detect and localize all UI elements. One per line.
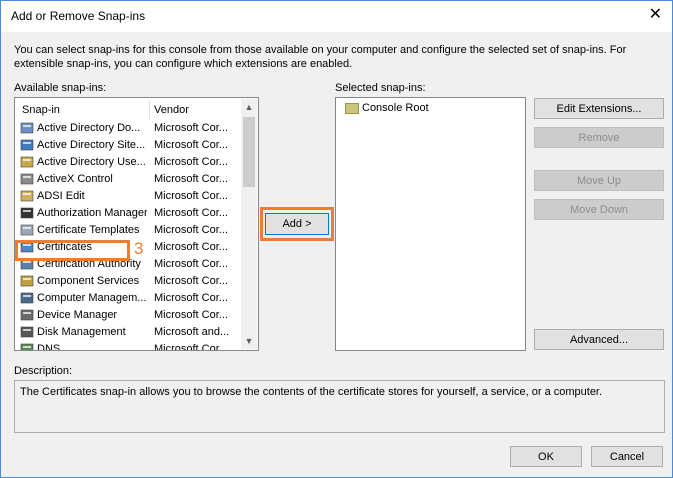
authorization-icon bbox=[20, 206, 34, 220]
available-snapins-label: Available snap-ins: bbox=[14, 82, 107, 94]
snapin-name: Authorization Manager bbox=[37, 207, 147, 219]
list-item[interactable]: Component Services Microsoft Cor... bbox=[16, 273, 240, 290]
description-label: Description: bbox=[14, 365, 73, 377]
activex-icon bbox=[20, 172, 34, 186]
folder-icon bbox=[345, 103, 359, 114]
dns-icon bbox=[20, 342, 34, 350]
list-item[interactable]: Disk Management Microsoft and... bbox=[16, 324, 240, 341]
snapin-name: Certificate Templates bbox=[37, 224, 140, 236]
snapin-vendor: Microsoft Cor... bbox=[154, 122, 228, 134]
cert-templates-icon bbox=[20, 223, 34, 237]
disk-management-icon bbox=[20, 325, 34, 339]
advanced-button[interactable]: Advanced... bbox=[534, 329, 664, 350]
snapin-vendor: Microsoft Cor... bbox=[154, 139, 228, 151]
list-item[interactable]: Active Directory Use... Microsoft Cor... bbox=[16, 154, 240, 171]
snapin-vendor: Microsoft Cor... bbox=[154, 275, 228, 287]
list-item[interactable]: DNS Microsoft Cor... bbox=[16, 341, 240, 351]
list-header: Snap-in Vendor bbox=[16, 99, 240, 119]
snapin-vendor: Microsoft Cor... bbox=[154, 292, 228, 304]
list-item[interactable]: Active Directory Site... Microsoft Cor... bbox=[16, 137, 240, 154]
tree-item-console-root[interactable]: Console Root bbox=[337, 99, 524, 117]
device-manager-icon bbox=[20, 308, 34, 322]
computer-management-icon bbox=[20, 291, 34, 305]
snapin-name: DNS bbox=[37, 343, 61, 351]
move-up-button[interactable]: Move Up bbox=[534, 170, 664, 191]
snapin-name: Active Directory Use... bbox=[37, 156, 146, 168]
scrollbar-thumb[interactable] bbox=[243, 117, 255, 187]
snapin-vendor: Microsoft Cor... bbox=[154, 156, 228, 168]
edit-extensions-button[interactable]: Edit Extensions... bbox=[534, 98, 664, 119]
scroll-down-icon[interactable]: ▼ bbox=[241, 333, 257, 349]
snapin-name: ADSI Edit bbox=[37, 190, 85, 202]
column-separator[interactable] bbox=[149, 101, 150, 119]
snapin-vendor: Microsoft Cor... bbox=[154, 241, 228, 253]
snapin-vendor: Microsoft and... bbox=[154, 326, 230, 338]
ad-domains-icon bbox=[20, 121, 34, 135]
snapin-vendor: Microsoft Cor... bbox=[154, 343, 228, 351]
snapin-vendor: Microsoft Cor... bbox=[154, 207, 228, 219]
ad-sites-icon bbox=[20, 138, 34, 152]
snapin-name: Active Directory Do... bbox=[37, 122, 141, 134]
move-down-button[interactable]: Move Down bbox=[534, 199, 664, 220]
list-item[interactable]: Certificate Templates Microsoft Cor... bbox=[16, 222, 240, 239]
ok-button[interactable]: OK bbox=[510, 446, 582, 467]
remove-button[interactable]: Remove bbox=[534, 127, 664, 148]
step-3-annotation: 3 bbox=[134, 239, 144, 258]
ad-users-icon bbox=[20, 155, 34, 169]
window-title: Add or Remove Snap-ins bbox=[11, 9, 146, 23]
snapin-vendor: Microsoft Cor... bbox=[154, 258, 228, 270]
snapin-name: Disk Management bbox=[37, 326, 126, 338]
snapin-vendor: Microsoft Cor... bbox=[154, 190, 228, 202]
snapin-name: Active Directory Site... bbox=[37, 139, 146, 151]
vertical-scrollbar[interactable]: ▲ ▼ bbox=[241, 99, 257, 349]
scroll-up-icon[interactable]: ▲ bbox=[241, 99, 257, 115]
snapin-vendor: Microsoft Cor... bbox=[154, 309, 228, 321]
description-text: The Certificates snap-in allows you to b… bbox=[20, 386, 603, 398]
console-root-label: Console Root bbox=[362, 102, 429, 114]
adsi-edit-icon bbox=[20, 189, 34, 203]
add-remove-snapins-dialog: Add or Remove Snap-ins ✕ You can select … bbox=[0, 0, 673, 478]
column-header-snapin[interactable]: Snap-in bbox=[22, 104, 60, 116]
list-item[interactable]: Device Manager Microsoft Cor... bbox=[16, 307, 240, 324]
snapin-vendor: Microsoft Cor... bbox=[154, 173, 228, 185]
snapin-name: Component Services bbox=[37, 275, 140, 287]
list-item[interactable]: Computer Managem... Microsoft Cor... bbox=[16, 290, 240, 307]
list-item[interactable]: ActiveX Control Microsoft Cor... bbox=[16, 171, 240, 188]
cancel-button[interactable]: Cancel bbox=[591, 446, 663, 467]
component-services-icon bbox=[20, 274, 34, 288]
snapin-name: ActiveX Control bbox=[37, 173, 113, 185]
highlight-certificates bbox=[15, 240, 130, 261]
available-snapins-list[interactable]: Snap-in Vendor Active Directory Do... Mic… bbox=[14, 97, 259, 351]
selected-snapins-label: Selected snap-ins: bbox=[335, 82, 426, 94]
intro-text: You can select snap-ins for this console… bbox=[14, 44, 627, 70]
snapin-vendor: Microsoft Cor... bbox=[154, 224, 228, 236]
list-item[interactable]: Active Directory Do... Microsoft Cor... bbox=[16, 120, 240, 137]
snapin-name: Device Manager bbox=[37, 309, 118, 321]
selected-snapins-list[interactable]: Console Root bbox=[335, 97, 526, 351]
description-box: The Certificates snap-in allows you to b… bbox=[14, 380, 665, 433]
list-item[interactable]: Authorization Manager Microsoft Cor... bbox=[16, 205, 240, 222]
title-bar: Add or Remove Snap-ins ✕ bbox=[1, 1, 672, 32]
snapin-name: Computer Managem... bbox=[37, 292, 147, 304]
list-item[interactable]: ADSI Edit Microsoft Cor... bbox=[16, 188, 240, 205]
column-header-vendor[interactable]: Vendor bbox=[154, 104, 189, 116]
close-icon[interactable]: ✕ bbox=[649, 7, 662, 23]
add-button[interactable]: Add > bbox=[265, 213, 329, 235]
